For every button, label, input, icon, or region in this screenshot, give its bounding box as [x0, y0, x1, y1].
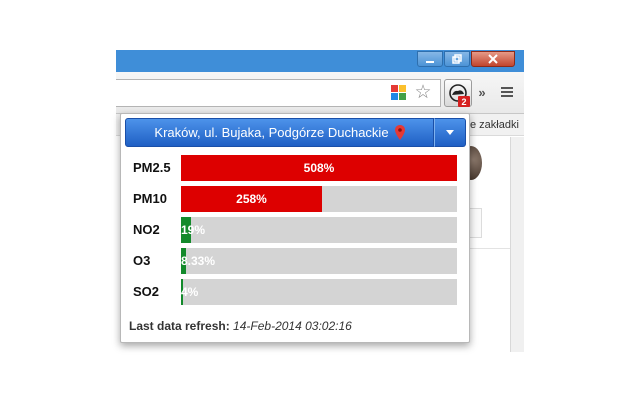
- pollutant-row: PM10 258%: [121, 186, 471, 212]
- pollutant-label: NO2: [133, 222, 160, 237]
- location-label: Kraków, ul. Bujaka, Podgórze Duchackie: [154, 125, 389, 140]
- pollutant-bar-track: 8.33%: [181, 248, 457, 274]
- pollutant-row: NO2 19%: [121, 217, 471, 243]
- caret-down-icon: [446, 130, 454, 135]
- notification-badge: 2: [458, 96, 470, 107]
- last-refresh-info: Last data refresh: 14-Feb-2014 03:02:16: [129, 319, 352, 333]
- pollutant-bar-track: 258%: [181, 186, 457, 212]
- refresh-time: 14-Feb-2014 03:02:16: [233, 319, 352, 333]
- pollutant-bar-track: 508%: [181, 155, 457, 181]
- pollutant-row: PM2.5 508%: [121, 155, 471, 181]
- pollutant-percent: 8.33%: [181, 254, 216, 268]
- bookmark-star-icon[interactable]: ☆: [413, 82, 433, 103]
- pollutant-label: PM2.5: [133, 160, 171, 175]
- bookmark-folder-label[interactable]: e zakładki: [470, 114, 519, 136]
- pollutant-label: O3: [133, 253, 151, 268]
- screenshot-stage: ☆ 2 » e zakładki Kraków, ul. Bujaka, Pod…: [0, 0, 640, 400]
- pollutant-label: SO2: [133, 284, 160, 299]
- restore-icon: [452, 54, 462, 64]
- pollutant-percent: 508%: [303, 161, 335, 175]
- pollutant-row: O3 8.33%: [121, 248, 471, 274]
- hamburger-menu-icon[interactable]: [496, 82, 518, 102]
- close-window-button[interactable]: [471, 51, 515, 67]
- pollutant-percent: 4%: [181, 285, 199, 299]
- restore-button[interactable]: [444, 51, 470, 67]
- location-dropdown-button[interactable]: [434, 118, 466, 147]
- pollutant-percent: 258%: [236, 192, 267, 206]
- pollutant-percent: 19%: [181, 223, 206, 237]
- colorful-extension-icon[interactable]: [391, 85, 406, 100]
- pollutant-bar-track: 4%: [181, 279, 457, 305]
- air-quality-popup: Kraków, ul. Bujaka, Podgórze Duchackie P…: [120, 113, 470, 343]
- pollutant-row: SO2 4%: [121, 279, 471, 305]
- colorful-squares-icon: [391, 85, 406, 100]
- pollutant-label: PM10: [133, 191, 167, 206]
- pollutant-bar-track: 19%: [181, 217, 457, 243]
- page-scrollbar[interactable]: [510, 137, 524, 352]
- refresh-label: Last data refresh:: [129, 319, 230, 333]
- minimize-button[interactable]: [417, 51, 443, 67]
- more-extensions-chevron[interactable]: »: [476, 84, 488, 100]
- close-icon: [488, 54, 498, 64]
- minimize-icon: [426, 61, 434, 63]
- location-select-button[interactable]: Kraków, ul. Bujaka, Podgórze Duchackie: [125, 118, 434, 147]
- map-pin-icon: [394, 125, 405, 140]
